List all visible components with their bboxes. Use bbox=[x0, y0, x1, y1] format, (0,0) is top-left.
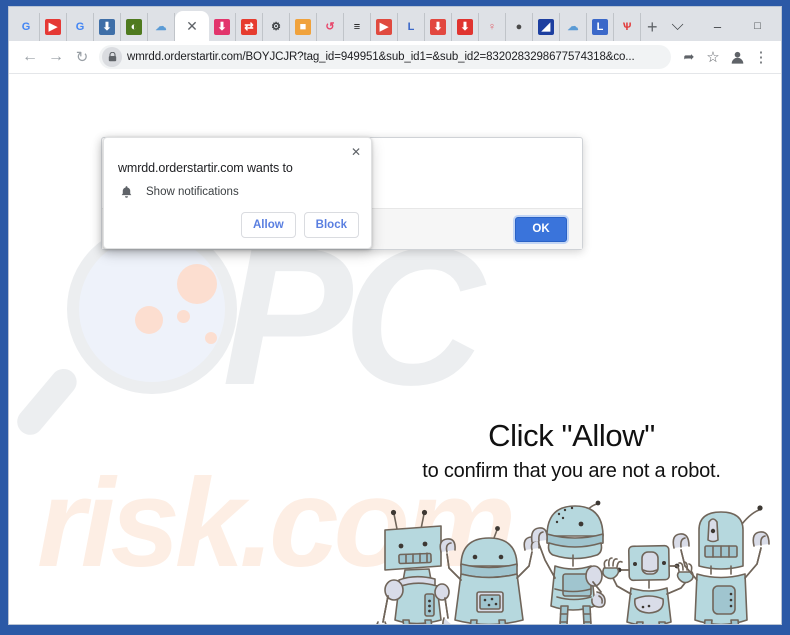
refresh-icon: ↺ bbox=[325, 20, 335, 33]
robot-2 bbox=[439, 526, 540, 624]
tab-letter-l-1[interactable]: L bbox=[398, 13, 425, 41]
watermark-dot bbox=[135, 306, 163, 334]
tab-swap[interactable]: ⇄ bbox=[236, 13, 263, 41]
share-icon[interactable]: ➦ bbox=[677, 45, 701, 69]
notification-permission-dialog: ✕ wmrdd.orderstartir.com wants to Show n… bbox=[103, 137, 372, 249]
permission-option-row: Show notifications bbox=[118, 185, 239, 199]
new-tab-button[interactable]: + bbox=[647, 13, 658, 41]
maximize-button[interactable]: □ bbox=[738, 11, 778, 41]
minimize-button[interactable]: – bbox=[698, 11, 738, 41]
close-icon[interactable]: ✕ bbox=[347, 143, 365, 161]
tab-download-2[interactable]: ⬇ bbox=[209, 13, 236, 41]
watermark-dot bbox=[205, 332, 217, 344]
window-controls: ⌵ – □ ✕ bbox=[658, 11, 781, 41]
page-headline: Click "Allow" to confirm that you are no… bbox=[369, 418, 774, 484]
bell-icon bbox=[118, 185, 135, 199]
bars-icon: ≡ bbox=[353, 20, 361, 33]
tab-pin[interactable]: ♀ bbox=[479, 13, 506, 41]
tab-leaf[interactable]: ◐ bbox=[121, 13, 148, 41]
tab-gear[interactable]: ⚙ bbox=[263, 13, 290, 41]
watermark-dot bbox=[177, 310, 190, 323]
permission-dialog-actions: Allow Block bbox=[241, 212, 359, 238]
chrome-menu-icon[interactable]: ⋮ bbox=[749, 45, 773, 69]
shield-icon: ◢ bbox=[538, 19, 554, 35]
tab-cloud-1[interactable]: ☁ bbox=[148, 13, 175, 41]
tab-google-2[interactable]: G bbox=[67, 13, 94, 41]
tab-download-1[interactable]: ⬇ bbox=[94, 13, 121, 41]
tab-cloud-2[interactable]: ☁ bbox=[560, 13, 587, 41]
watermark-pc-text: PC bbox=[222, 207, 484, 426]
tab-bars[interactable]: ≡ bbox=[344, 13, 371, 41]
profile-avatar-icon[interactable] bbox=[725, 45, 749, 69]
lock-icon bbox=[102, 47, 122, 67]
robot-4 bbox=[602, 544, 694, 624]
tabs-container: G ▶ G ⬇ ◐ ☁ ✕ ⬇ ⇄ ⚙ ■ ↺ ≡ ▶ L ⬇ ⬇ ♀ ● ◢ ☁ L Ѱ bbox=[13, 11, 641, 41]
browser-window: G ▶ G ⬇ ◐ ☁ ✕ ⬇ ⇄ ⚙ ■ ↺ ≡ ▶ L ⬇ ⬇ ♀ ● ◢ ☁ L Ѱ + ⌵ – □ ✕ ← → ↻ bbox=[8, 6, 782, 625]
tab-video[interactable]: ▶ bbox=[371, 13, 398, 41]
headline-secondary: to confirm that you are not a robot. bbox=[422, 459, 721, 482]
letter-l-icon: L bbox=[592, 19, 608, 35]
tab-search-chevron-icon[interactable]: ⌵ bbox=[658, 11, 698, 41]
camera-icon: ■ bbox=[295, 19, 311, 35]
url-text: wmrdd.orderstartir.com/BOYJCJR?tag_id=94… bbox=[127, 51, 635, 63]
watermark-dot bbox=[177, 264, 217, 304]
tab-refresh[interactable]: ↺ bbox=[317, 13, 344, 41]
tab-letter-l-2[interactable]: L bbox=[587, 13, 614, 41]
tab-ym[interactable]: Ѱ bbox=[614, 13, 641, 41]
youtube-icon: ▶ bbox=[45, 19, 61, 35]
headline-primary: Click "Allow" bbox=[488, 418, 655, 453]
robot-3 bbox=[530, 500, 606, 624]
back-button[interactable]: ← bbox=[17, 44, 43, 70]
cloud-download-icon: ☁ bbox=[155, 20, 167, 33]
ym-icon: Ѱ bbox=[622, 20, 632, 33]
google-icon: G bbox=[75, 20, 85, 33]
video-icon: ▶ bbox=[376, 19, 392, 35]
globe-icon: ● bbox=[515, 20, 523, 33]
close-window-button[interactable]: ✕ bbox=[778, 11, 781, 41]
address-bar[interactable]: wmrdd.orderstartir.com/BOYJCJR?tag_id=94… bbox=[99, 45, 671, 69]
tab-download-4[interactable]: ⬇ bbox=[452, 13, 479, 41]
close-icon: ✕ bbox=[186, 18, 198, 34]
bookmark-star-icon[interactable]: ☆ bbox=[701, 45, 725, 69]
browser-toolbar: ← → ↻ wmrdd.orderstartir.com/BOYJCJR?tag… bbox=[9, 41, 781, 74]
block-button[interactable]: Block bbox=[303, 212, 359, 238]
google-icon: G bbox=[21, 20, 31, 33]
os-window-frame: G ▶ G ⬇ ◐ ☁ ✕ ⬇ ⇄ ⚙ ■ ↺ ≡ ▶ L ⬇ ⬇ ♀ ● ◢ ☁ L Ѱ + ⌵ – □ ✕ ← → ↻ bbox=[0, 0, 790, 635]
location-pin-icon: ♀ bbox=[487, 20, 497, 33]
watermark-magnifier-handle bbox=[11, 363, 82, 441]
allow-button[interactable]: Allow bbox=[241, 212, 296, 238]
tab-camera[interactable]: ■ bbox=[290, 13, 317, 41]
robot-1 bbox=[376, 509, 451, 624]
tab-strip: G ▶ G ⬇ ◐ ☁ ✕ ⬇ ⇄ ⚙ ■ ↺ ≡ ▶ L ⬇ ⬇ ♀ ● ◢ ☁ L Ѱ + ⌵ – □ ✕ bbox=[9, 7, 781, 41]
swap-icon: ⇄ bbox=[241, 19, 257, 35]
watermark-magnifier-lens bbox=[79, 236, 225, 382]
download-icon: ⬇ bbox=[457, 19, 473, 35]
reload-button[interactable]: ↻ bbox=[69, 44, 95, 70]
page-viewport: PC risk.com s AGE OK ✕ wmrdd.orderstarti… bbox=[9, 74, 781, 624]
permission-option-label: Show notifications bbox=[146, 186, 239, 198]
download-icon: ⬇ bbox=[99, 19, 115, 35]
letter-l-icon: L bbox=[407, 20, 415, 33]
robots-illustration: .rb { fill:#b6d8de; stroke:#70655a; stro… bbox=[369, 494, 779, 624]
tab-active[interactable]: ✕ bbox=[175, 11, 209, 41]
tab-globe[interactable]: ● bbox=[506, 13, 533, 41]
download-icon: ⬇ bbox=[430, 19, 446, 35]
tab-shield[interactable]: ◢ bbox=[533, 13, 560, 41]
tab-google-1[interactable]: G bbox=[13, 13, 40, 41]
tab-download-3[interactable]: ⬇ bbox=[425, 13, 452, 41]
tab-youtube-1[interactable]: ▶ bbox=[40, 13, 67, 41]
download-icon: ⬇ bbox=[214, 19, 230, 35]
gear-icon: ⚙ bbox=[271, 20, 281, 33]
leaf-icon: ◐ bbox=[126, 19, 142, 35]
permission-dialog-title: wmrdd.orderstartir.com wants to bbox=[118, 161, 293, 175]
ok-button[interactable]: OK bbox=[515, 216, 567, 242]
cloud-download-icon: ☁ bbox=[567, 20, 579, 33]
forward-button[interactable]: → bbox=[43, 44, 69, 70]
